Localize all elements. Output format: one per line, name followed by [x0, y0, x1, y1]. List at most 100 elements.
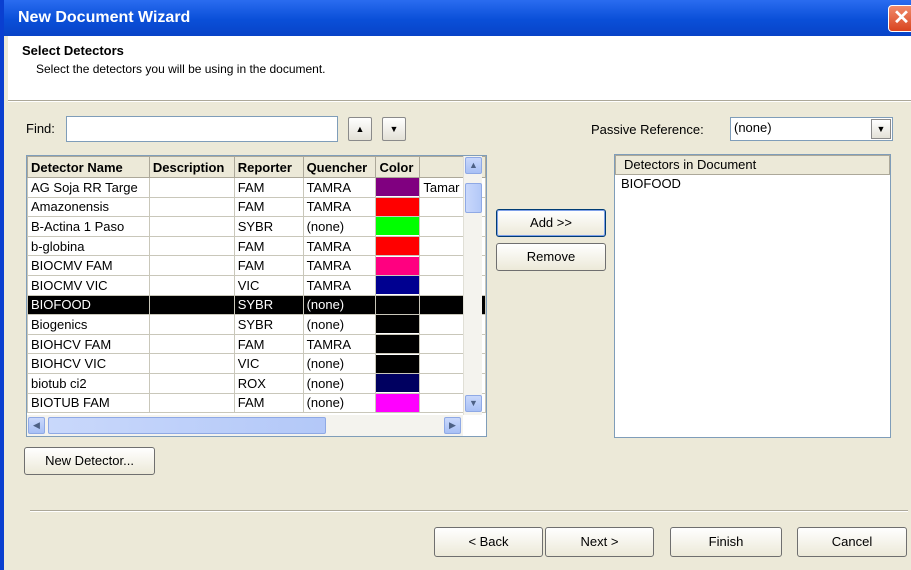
horizontal-scroll-thumb[interactable]	[48, 417, 326, 434]
scroll-right-icon[interactable]: ▶	[444, 417, 461, 434]
detector-name-cell[interactable]: BIOHCV FAM	[27, 333, 150, 355]
description-cell[interactable]	[148, 255, 235, 276]
description-cell[interactable]	[148, 392, 235, 414]
quencher-cell[interactable]: (none)	[302, 314, 377, 335]
table-row[interactable]: Amazonensis FAM TAMRA	[27, 196, 486, 218]
description-cell[interactable]	[148, 196, 235, 218]
scroll-down-icon[interactable]: ▼	[465, 395, 482, 412]
description-cell[interactable]	[148, 294, 235, 316]
color-cell[interactable]	[375, 294, 421, 316]
vertical-scroll-thumb[interactable]	[465, 183, 482, 213]
color-cell[interactable]	[375, 372, 421, 394]
table-row[interactable]: BIOCMV VIC VIC TAMRA	[27, 274, 486, 296]
quencher-cell[interactable]: (none)	[302, 353, 377, 374]
table-row[interactable]: BIOCMV FAM FAM TAMRA	[27, 255, 486, 276]
detector-name-cell[interactable]: BIOFOOD	[27, 294, 150, 316]
table-row[interactable]: B-Actina 1 Paso SYBR (none)	[27, 216, 486, 237]
quencher-cell[interactable]: TAMRA	[302, 255, 377, 276]
quencher-cell[interactable]: TAMRA	[302, 274, 377, 296]
table-row[interactable]: biotub ci2 ROX (none)	[27, 372, 486, 394]
color-cell[interactable]	[375, 333, 421, 355]
color-cell[interactable]	[375, 353, 421, 374]
description-cell[interactable]	[148, 235, 235, 257]
scroll-up-icon[interactable]: ▲	[465, 157, 482, 174]
cancel-button[interactable]: Cancel	[797, 527, 907, 557]
detector-name-cell[interactable]: BIOHCV VIC	[27, 353, 150, 374]
color-cell[interactable]	[375, 314, 421, 335]
find-input[interactable]	[66, 116, 338, 142]
quencher-cell[interactable]: (none)	[302, 372, 377, 394]
detector-name-cell[interactable]: Biogenics	[27, 314, 150, 335]
detector-name-cell[interactable]: biotub ci2	[27, 372, 150, 394]
reporter-cell[interactable]: SYBR	[233, 314, 304, 335]
table-row[interactable]: b-globina FAM TAMRA	[27, 235, 486, 257]
quencher-cell[interactable]: (none)	[302, 294, 377, 316]
description-cell[interactable]	[148, 314, 235, 335]
detector-name-cell[interactable]: b-globina	[27, 235, 150, 257]
reporter-cell[interactable]: FAM	[233, 235, 304, 257]
table-row[interactable]: BIOHCV VIC VIC (none)	[27, 353, 486, 374]
chevron-down-icon[interactable]: ▼	[871, 119, 891, 139]
add-button[interactable]: Add >>	[496, 209, 606, 237]
color-cell[interactable]	[375, 235, 421, 257]
scroll-left-icon[interactable]: ◀	[28, 417, 45, 434]
column-header-detector-name[interactable]: Detector Name	[27, 156, 150, 178]
table-vertical-scrollbar[interactable]: ▲ ▼	[463, 156, 482, 415]
color-cell[interactable]	[375, 274, 421, 296]
detector-name-cell[interactable]: Amazonensis	[27, 196, 150, 218]
detector-name-cell[interactable]: BIOTUB FAM	[27, 392, 150, 414]
reporter-cell[interactable]: FAM	[233, 333, 304, 355]
reporter-cell[interactable]: FAM	[233, 177, 304, 198]
color-cell[interactable]	[375, 177, 421, 198]
description-cell[interactable]	[148, 372, 235, 394]
table-row[interactable]: Biogenics SYBR (none)	[27, 314, 486, 335]
find-next-button[interactable]: ▼	[382, 117, 406, 141]
column-header-color[interactable]: Color	[375, 156, 421, 178]
finish-button[interactable]: Finish	[670, 527, 782, 557]
quencher-cell[interactable]: TAMRA	[302, 196, 377, 218]
table-row[interactable]: BIOFOOD SYBR (none)	[27, 294, 486, 316]
list-item[interactable]: BIOFOOD	[615, 175, 890, 193]
column-header-reporter[interactable]: Reporter	[233, 156, 304, 178]
description-cell[interactable]	[148, 216, 235, 237]
table-horizontal-scrollbar[interactable]: ◀ ▶	[27, 415, 463, 436]
color-cell[interactable]	[375, 392, 421, 414]
quencher-cell[interactable]: TAMRA	[302, 333, 377, 355]
back-button[interactable]: < Back	[434, 527, 543, 557]
column-header-description[interactable]: Description	[148, 156, 235, 178]
quencher-cell[interactable]: (none)	[302, 392, 377, 414]
passive-reference-select[interactable]: (none) ▼	[730, 117, 893, 141]
table-row[interactable]: BIOHCV FAM FAM TAMRA	[27, 333, 486, 355]
close-icon[interactable]: ✕	[888, 5, 911, 32]
description-cell[interactable]	[148, 274, 235, 296]
table-row[interactable]: AG Soja RR Targe FAM TAMRA Tamar	[27, 177, 486, 198]
reporter-cell[interactable]: SYBR	[233, 216, 304, 237]
quencher-cell[interactable]: (none)	[302, 216, 377, 237]
next-button[interactable]: Next >	[545, 527, 654, 557]
find-previous-button[interactable]: ▲	[348, 117, 372, 141]
reporter-cell[interactable]: VIC	[233, 274, 304, 296]
detector-name-cell[interactable]: BIOCMV FAM	[27, 255, 150, 276]
detector-name-cell[interactable]: BIOCMV VIC	[27, 274, 150, 296]
reporter-cell[interactable]: SYBR	[233, 294, 304, 316]
description-cell[interactable]	[148, 177, 235, 198]
reporter-cell[interactable]: FAM	[233, 255, 304, 276]
remove-button[interactable]: Remove	[496, 243, 606, 271]
table-row[interactable]: BIOTUB FAM FAM (none)	[27, 392, 486, 414]
column-header-quencher[interactable]: Quencher	[302, 156, 377, 178]
reporter-cell[interactable]: FAM	[233, 196, 304, 218]
color-cell[interactable]	[375, 216, 421, 237]
quencher-cell[interactable]: TAMRA	[302, 235, 377, 257]
reporter-cell[interactable]: ROX	[233, 372, 304, 394]
new-detector-button[interactable]: New Detector...	[24, 447, 155, 475]
color-cell[interactable]	[375, 255, 421, 276]
detectors-in-document-list[interactable]: Detectors in Document BIOFOOD	[614, 154, 891, 438]
quencher-cell[interactable]: TAMRA	[302, 177, 377, 198]
reporter-cell[interactable]: VIC	[233, 353, 304, 374]
description-cell[interactable]	[148, 333, 235, 355]
title-bar[interactable]: New Document Wizard ✕	[4, 0, 911, 36]
description-cell[interactable]	[148, 353, 235, 374]
detector-name-cell[interactable]: AG Soja RR Targe	[27, 177, 150, 198]
color-cell[interactable]	[375, 196, 421, 218]
reporter-cell[interactable]: FAM	[233, 392, 304, 414]
